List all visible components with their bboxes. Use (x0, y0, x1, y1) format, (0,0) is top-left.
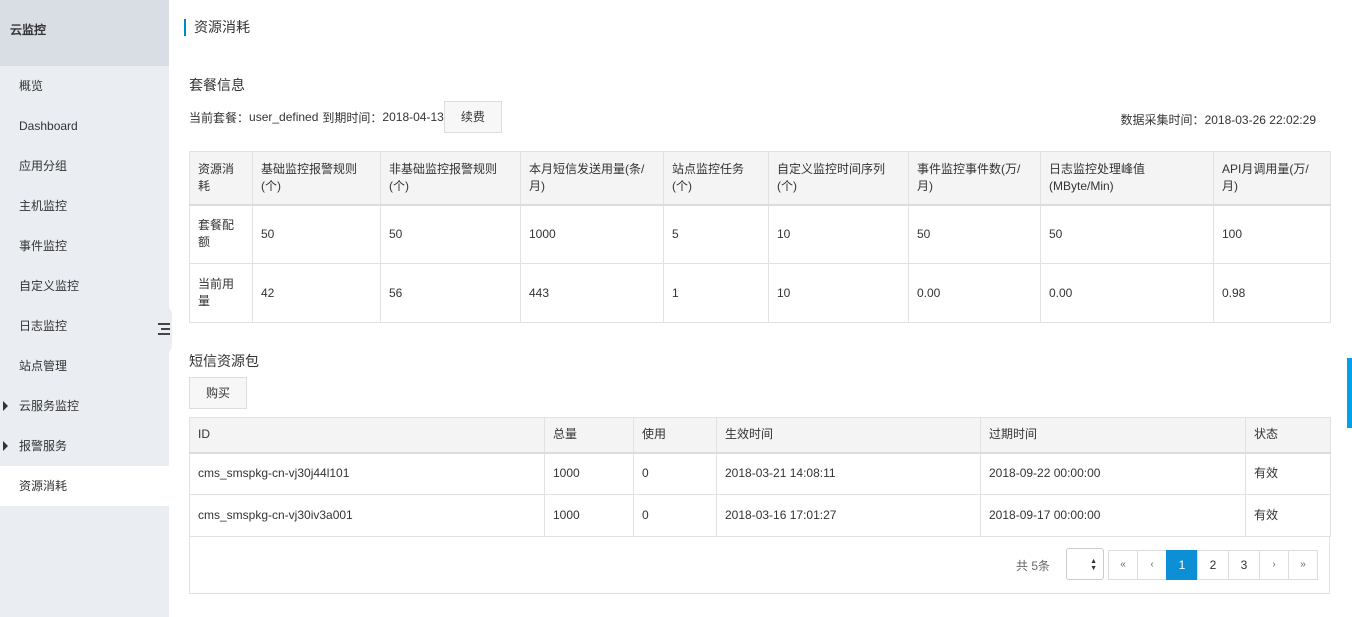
table-row: cms_smspkg-cn-vj30iv3a001 1000 0 2018-03… (189, 494, 1331, 537)
sidebar-title: 云监控 (0, 0, 169, 66)
sidebar-item-dashboard[interactable]: Dashboard (0, 106, 169, 146)
buy-button[interactable]: 购买 (189, 377, 248, 409)
column-header: 生效时间 (716, 417, 981, 454)
table-cell: 5 (663, 204, 769, 264)
table-cell: 443 (520, 263, 664, 323)
table-cell: 10 (768, 204, 909, 264)
column-header: 过期时间 (980, 417, 1246, 454)
sidebar-item-host-monitoring[interactable]: 主机监控 (0, 186, 169, 226)
column-header: 日志监控处理峰值(MByte/Min) (1040, 151, 1214, 206)
table-cell: 100 (1213, 204, 1331, 264)
sidebar-item-custom-monitoring[interactable]: 自定义监控 (0, 266, 169, 306)
collect-time-value: 2018-03-26 22:02:29 (1204, 113, 1316, 127)
expire-value: 2018-04-13 (382, 110, 444, 124)
column-header: 自定义监控时间序列(个) (768, 151, 909, 206)
page-button[interactable]: 3 (1228, 550, 1260, 580)
current-package-value: user_defined (249, 110, 319, 124)
table-cell: 有效 (1245, 452, 1331, 495)
sidebar-item-label: 云服务监控 (19, 399, 80, 413)
main-content: 资源消耗 套餐信息 当前套餐： user_defined 到期时间： 2018-… (169, 0, 1352, 617)
current-package-label: 当前套餐： (189, 110, 250, 125)
column-header: 事件监控事件数(万/月) (908, 151, 1041, 206)
column-header: 本月短信发送用量(条/月) (520, 151, 664, 206)
package-info-line: 当前套餐： user_defined 到期时间： 2018-04-13 续费 (189, 101, 502, 133)
collect-time: 数据采集时间：2018-03-26 22:02:29 (1121, 111, 1316, 128)
sidebar-item-overview[interactable]: 概览 (0, 66, 169, 106)
table-cell: 2018-09-17 00:00:00 (980, 494, 1246, 537)
pagination: « ‹ 1 2 3 › » (1108, 550, 1318, 580)
table-cell: 0 (633, 494, 717, 537)
column-header: 非基础监控报警规则(个) (380, 151, 521, 206)
page-button[interactable]: 1 (1166, 550, 1198, 580)
pagination-bar: 共 5条 ▲ ▼ « ‹ 1 2 3 › » (189, 536, 1330, 594)
table-row: cms_smspkg-cn-vj30j44l101 1000 0 2018-03… (189, 452, 1331, 495)
sidebar-item-log-monitoring[interactable]: 日志监控 (0, 306, 169, 346)
table-cell: 50 (1040, 204, 1214, 264)
sms-package-table: ID 总量 使用 生效时间 过期时间 状态 cms_smspkg-cn-vj30… (189, 417, 1331, 537)
sidebar-item-alarm-service[interactable]: 报警服务 (0, 426, 169, 466)
total-count: 共 5条 (1016, 559, 1051, 573)
table-cell: 套餐配额 (189, 204, 253, 264)
table-cell: 56 (380, 263, 521, 323)
column-header: 资源消耗 (189, 151, 253, 206)
table-cell: 2018-03-21 14:08:11 (716, 452, 981, 495)
table-cell: 0.00 (1040, 263, 1214, 323)
scrollbar-indicator[interactable] (1347, 358, 1352, 428)
caret-right-icon (3, 441, 8, 451)
table-cell: 42 (252, 263, 381, 323)
sidebar-item-resource-consumption[interactable]: 资源消耗 (0, 466, 169, 506)
table-cell: 有效 (1245, 494, 1331, 537)
expire-label: 到期时间： (322, 110, 383, 125)
table-cell: 1000 (544, 494, 634, 537)
column-header: 使用 (633, 417, 717, 454)
sidebar-item-site-management[interactable]: 站点管理 (0, 346, 169, 386)
select-arrows-icon: ▲ ▼ (1090, 558, 1097, 572)
table-cell: 1000 (544, 452, 634, 495)
column-header: 站点监控任务(个) (663, 151, 769, 206)
table-row: 当前用量 42 56 443 1 10 0.00 0.00 0.98 (189, 263, 1331, 323)
sidebar-item-event-monitoring[interactable]: 事件监控 (0, 226, 169, 266)
table-cell: 2018-03-16 17:01:27 (716, 494, 981, 537)
column-header: 状态 (1245, 417, 1331, 454)
sidebar: 云监控 概览 Dashboard 应用分组 主机监控 事件监控 自定义监控 日志… (0, 0, 169, 617)
table-cell: cms_smspkg-cn-vj30j44l101 (189, 452, 545, 495)
table-cell: 0.00 (908, 263, 1041, 323)
package-section-title: 套餐信息 (189, 77, 245, 93)
page-button[interactable]: 2 (1197, 550, 1229, 580)
next-page-button[interactable]: › (1259, 550, 1289, 580)
table-header-row: 资源消耗 基础监控报警规则(个) 非基础监控报警规则(个) 本月短信发送用量(条… (189, 151, 1331, 206)
table-cell: 0 (633, 452, 717, 495)
sidebar-nav: 概览 Dashboard 应用分组 主机监控 事件监控 自定义监控 日志监控 站… (0, 66, 169, 506)
renew-button[interactable]: 续费 (443, 101, 502, 133)
page-title: 资源消耗 (184, 19, 250, 36)
page-size-select[interactable]: ▲ ▼ (1066, 548, 1104, 580)
table-cell: 50 (252, 204, 381, 264)
caret-right-icon (3, 401, 8, 411)
quota-table: 资源消耗 基础监控报警规则(个) 非基础监控报警规则(个) 本月短信发送用量(条… (189, 151, 1331, 323)
table-cell: 2018-09-22 00:00:00 (980, 452, 1246, 495)
collect-time-label: 数据采集时间： (1120, 113, 1205, 127)
table-cell: 0.98 (1213, 263, 1331, 323)
table-row: 套餐配额 50 50 1000 5 10 50 50 100 (189, 204, 1331, 264)
last-page-button[interactable]: » (1288, 550, 1318, 580)
sidebar-item-cloud-service-monitoring[interactable]: 云服务监控 (0, 386, 169, 426)
table-header-row: ID 总量 使用 生效时间 过期时间 状态 (189, 417, 1331, 454)
sms-section-title: 短信资源包 (189, 353, 259, 369)
first-page-button[interactable]: « (1108, 550, 1138, 580)
sidebar-item-label: 报警服务 (19, 439, 68, 453)
table-cell: 当前用量 (189, 263, 253, 323)
table-cell: 1000 (520, 204, 664, 264)
column-header: 基础监控报警规则(个) (252, 151, 381, 206)
table-cell: cms_smspkg-cn-vj30iv3a001 (189, 494, 545, 537)
table-cell: 10 (768, 263, 909, 323)
table-cell: 1 (663, 263, 769, 323)
table-cell: 50 (380, 204, 521, 264)
column-header: API月调用量(万/月) (1213, 151, 1331, 206)
table-cell: 50 (908, 204, 1041, 264)
sidebar-item-app-groups[interactable]: 应用分组 (0, 146, 169, 186)
column-header: 总量 (544, 417, 634, 454)
prev-page-button[interactable]: ‹ (1137, 550, 1167, 580)
column-header: ID (189, 417, 545, 454)
